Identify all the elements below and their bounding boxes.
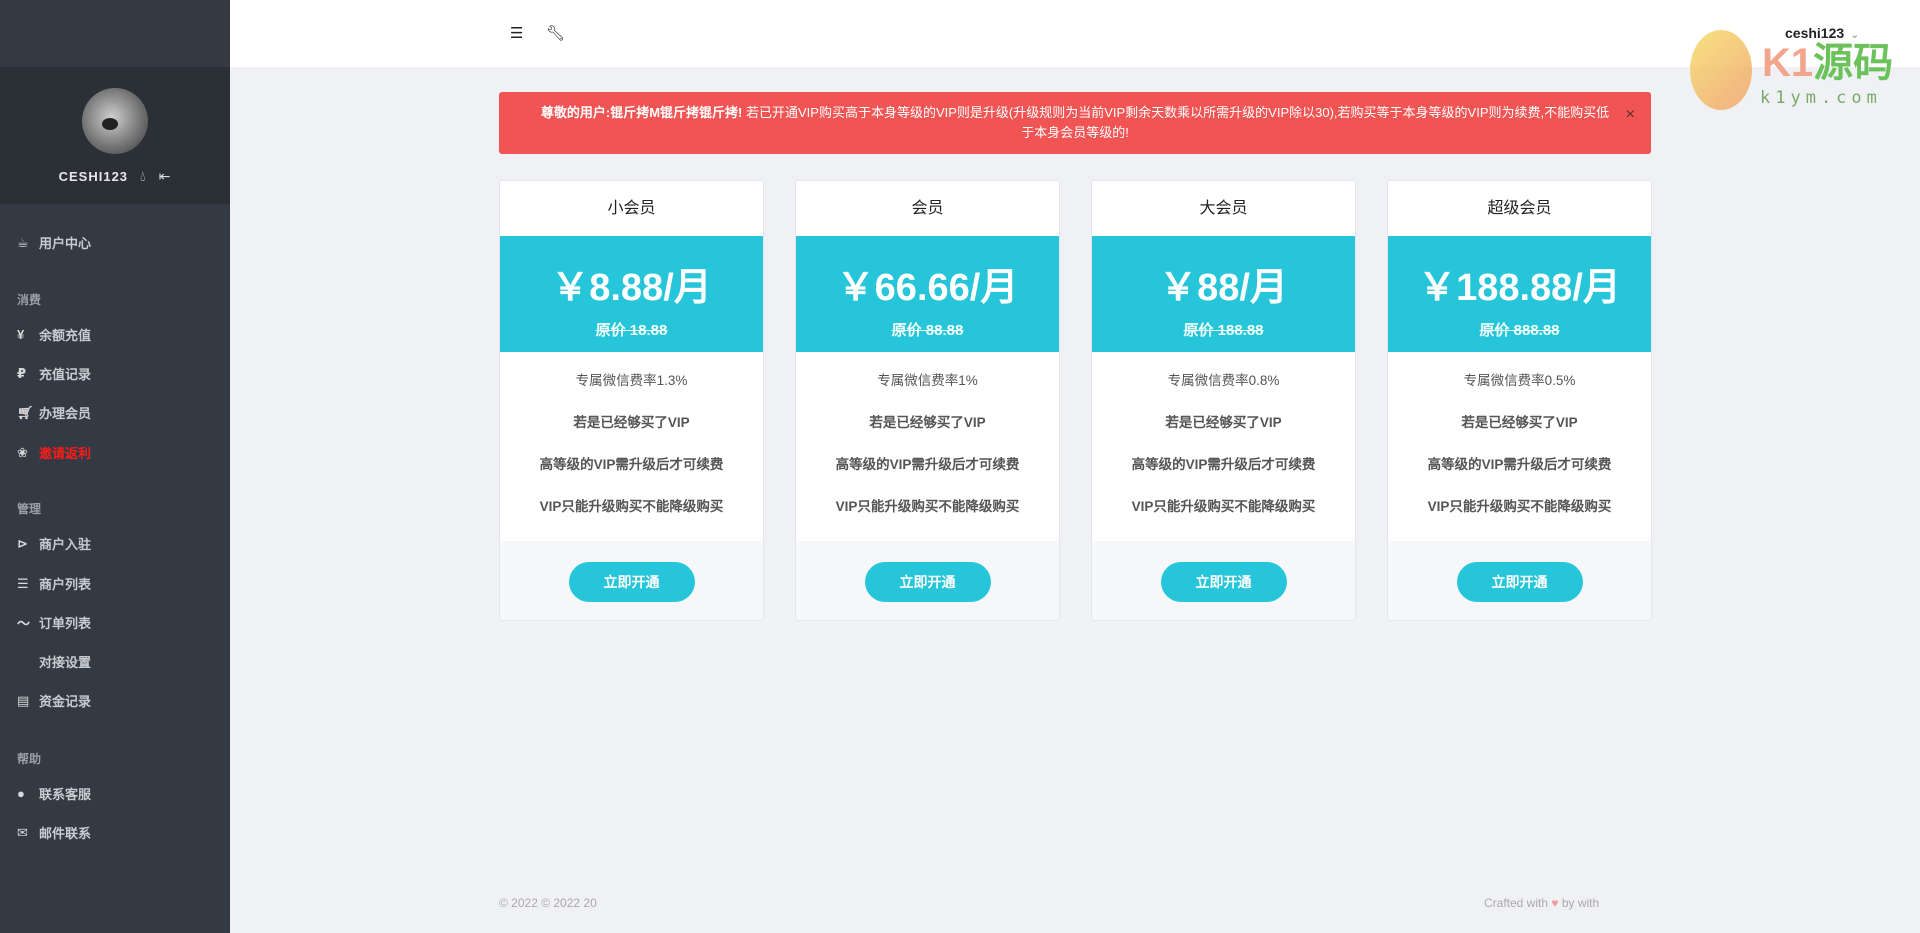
plan-price: ￥8.88/月	[551, 267, 712, 309]
list-icon: ☰	[17, 575, 29, 591]
sidebar-section-label: 消费	[17, 293, 42, 307]
plan-original-price: 原价 18.88	[595, 322, 668, 339]
sidebar-item[interactable]: 🛒︎ 办理会员	[17, 403, 91, 422]
plan-feature: VIP只能升级购买不能降级购买	[835, 499, 1020, 514]
sidebar-item[interactable]: ☰ 商户列表	[17, 574, 91, 593]
activate-button[interactable]: 立即开通	[1456, 561, 1583, 602]
trend-icon: 〜	[17, 616, 31, 631]
sidebar: CESHI123 💧︎ ⇤ ☕︎ 用户中心消费 ¥ 余额充值 ₽ 充值记录 🛒︎ 办理会员 ❀ 邀…	[0, 0, 230, 933]
sidebar-top	[0, 0, 230, 67]
plan-feature: 若是已经够买了VIP	[1461, 415, 1578, 430]
yen-icon: ¥	[17, 327, 25, 342]
plan-price-band: ￥66.66/月原价 88.88	[796, 236, 1059, 352]
wrench-icon[interactable]: 🔧︎	[546, 24, 565, 42]
plan-name: 超级会员	[1487, 200, 1552, 217]
cart-icon: 🛒︎	[17, 404, 34, 420]
plan-original-price: 原价 88.88	[891, 322, 964, 339]
droplet-icon[interactable]: 💧︎	[140, 168, 147, 185]
logout-icon[interactable]: ⇤	[159, 168, 172, 185]
plan-price-band: ￥88/月原价 188.88	[1092, 236, 1355, 352]
plan-rate: 专属微信费率0.8%	[1167, 373, 1280, 388]
plan-feature: VIP只能升级购买不能降级购买	[539, 499, 724, 514]
sidebar-item[interactable]: ▤ 资金记录	[17, 691, 91, 710]
sidebar-item-label: 用户中心	[39, 236, 92, 251]
plan-original-price: 原价 888.88	[1479, 322, 1560, 339]
plan-rate: 专属微信费率0.5%	[1463, 373, 1576, 388]
activate-button[interactable]: 立即开通	[1160, 561, 1287, 602]
plan-feature: 若是已经够买了VIP	[869, 415, 986, 430]
plan-price-band: ￥188.88/月原价 888.88	[1388, 236, 1651, 352]
sidebar-item-label: 充值记录	[39, 367, 92, 382]
plan-original-price: 原价 188.88	[1183, 322, 1264, 339]
plan-feature: 高等级的VIP需升级后才可续费	[1427, 457, 1612, 472]
sidebar-item[interactable]: ❀ 邀请返利	[17, 443, 91, 462]
plan-card: 大会员 ￥88/月原价 188.88 专属微信费率0.8% 若是已经够买了VIP 高…	[1091, 180, 1356, 621]
top-header: ☰ 🔧︎ ceshi123 ⌄	[230, 0, 1920, 67]
mail-icon: ✉	[17, 824, 28, 840]
sidebar-item-label: 资金记录	[39, 694, 92, 709]
sidebar-item[interactable]: 对接设置	[17, 652, 91, 671]
sidebar-item-label: 对接设置	[39, 655, 92, 670]
sidebar-section-label: 管理	[17, 502, 42, 516]
plan-price-band: ￥8.88/月原价 18.88	[500, 236, 763, 352]
sidebar-item-label: 邮件联系	[39, 826, 92, 841]
footer-credit: Crafted with ♥ by with	[1484, 896, 1600, 910]
plan-feature: 高等级的VIP需升级后才可续费	[539, 457, 724, 472]
sidebar-item[interactable]: 〜订单列表	[17, 613, 91, 632]
alert-title: 尊敬的用户:锟斤拷M锟斤拷锟斤拷!	[540, 105, 743, 120]
forward-icon: ⊳	[17, 535, 28, 551]
alert-text: 若已开通VIP购买高于本身等级的VIP则是升级(升级规则为当前VIP剩余天数乘以…	[742, 105, 1610, 140]
plan-rate: 专属微信费率1.3%	[575, 373, 688, 388]
plan-feature: 高等级的VIP需升级后才可续费	[835, 457, 1020, 472]
ruble-icon: ₽	[17, 365, 27, 381]
profile-username: CESHI123	[58, 169, 129, 184]
sidebar-item[interactable]: ☕︎ 用户中心	[17, 233, 91, 252]
plan-price: ￥188.88/月	[1418, 267, 1621, 309]
menu-toggle-icon[interactable]: ☰	[510, 24, 523, 42]
activate-button[interactable]: 立即开通	[864, 561, 991, 602]
plan-feature: 若是已经够买了VIP	[573, 415, 690, 430]
profile-panel: CESHI123 💧︎ ⇤	[0, 67, 230, 204]
sidebar-item-label: 邀请返利	[39, 446, 92, 461]
sidebar-item-label: 办理会员	[39, 406, 92, 421]
plan-card: 超级会员 ￥188.88/月原价 888.88 专属微信费率0.5% 若是已经够买…	[1387, 180, 1652, 621]
qq-icon: ●	[17, 786, 25, 801]
sidebar-item[interactable]: ¥ 余额充值	[17, 325, 91, 344]
plan-name: 大会员	[1199, 200, 1248, 217]
sidebar-item[interactable]: ✉ 邮件联系	[17, 823, 91, 842]
plan-card: 小会员 ￥8.88/月原价 18.88 专属微信费率1.3% 若是已经够买了VIP…	[499, 180, 764, 621]
sidebar-item-label: 联系客服	[39, 787, 92, 802]
sidebar-item-label: 商户入驻	[39, 537, 92, 552]
plan-price: ￥88/月	[1159, 267, 1288, 309]
plan-rate: 专属微信费率1%	[877, 373, 978, 388]
plan-name: 会员	[911, 200, 944, 217]
award-icon: ❀	[17, 444, 28, 460]
sidebar-item[interactable]: ⊳ 商户入驻	[17, 534, 91, 553]
avatar[interactable]	[82, 88, 148, 154]
sidebar-item-label: 商户列表	[39, 577, 92, 592]
plan-feature: VIP只能升级购买不能降级购买	[1427, 499, 1612, 514]
sidebar-section-label: 帮助	[17, 752, 42, 766]
plan-feature: VIP只能升级购买不能降级购买	[1131, 499, 1316, 514]
sidebar-item[interactable]: ● 联系客服	[17, 784, 91, 803]
sidebar-item[interactable]: ₽ 充值记录	[17, 364, 91, 383]
plan-feature: 若是已经够买了VIP	[1165, 415, 1282, 430]
plan-feature: 高等级的VIP需升级后才可续费	[1131, 457, 1316, 472]
plan-price: ￥66.66/月	[836, 267, 1019, 309]
coffee-icon: ☕︎	[17, 234, 29, 250]
notice-alert: 尊敬的用户:锟斤拷M锟斤拷锟斤拷! 若已开通VIP购买高于本身等级的VIP则是升…	[499, 92, 1651, 154]
table-icon: ▤	[17, 692, 30, 708]
sidebar-item-label: 订单列表	[39, 616, 92, 631]
close-icon[interactable]: ×	[1626, 105, 1635, 125]
watermark-logo: K1源码 k1ym.com	[1690, 30, 1900, 110]
plan-name: 小会员	[607, 200, 656, 217]
sidebar-item-label: 余额充值	[39, 328, 92, 343]
activate-button[interactable]: 立即开通	[568, 561, 695, 602]
plan-card: 会员 ￥66.66/月原价 88.88 专属微信费率1% 若是已经够买了VIP 高等…	[795, 180, 1060, 621]
footer-copyright: © 2022 © 2022 20	[499, 896, 597, 910]
heart-icon: ♥	[1551, 896, 1559, 910]
